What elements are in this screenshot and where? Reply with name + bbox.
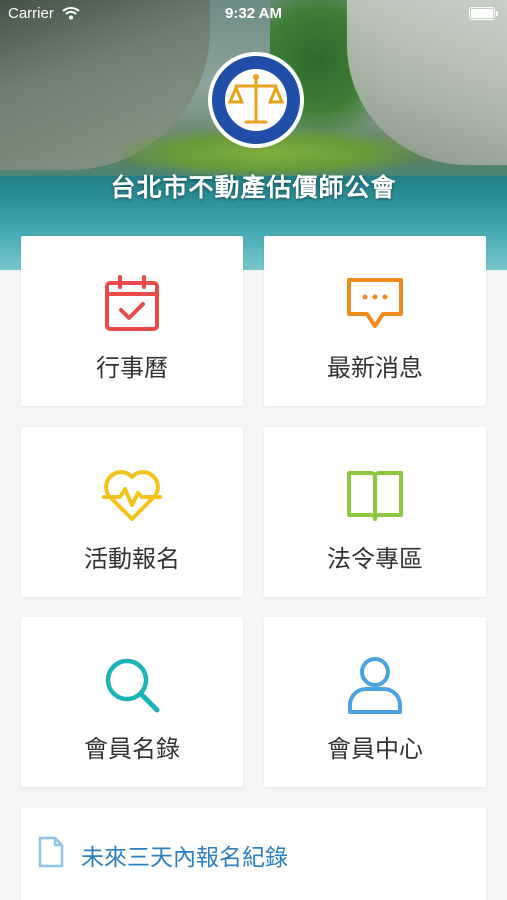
menu-laws-label: 法令專區 [327,545,423,573]
menu-calendar-label: 行事曆 [96,354,168,382]
calendar-check-icon [105,275,159,331]
menu-calendar[interactable]: 行事曆 [21,236,243,406]
status-bar: Carrier 9:32 AM [0,0,507,28]
document-icon [38,836,64,868]
menu-member-center[interactable]: 會員中心 [264,617,486,787]
menu-news[interactable]: 最新消息 [264,236,486,406]
clock: 9:32 AM [225,5,282,22]
upcoming-registration-label: 未來三天內報名紀錄 [81,845,288,871]
page-title: 台北市不動產估價師公會 [110,173,397,202]
menu-news-label: 最新消息 [327,354,423,382]
battery-icon [469,7,498,20]
user-icon [348,657,402,714]
search-icon [105,658,160,713]
menu-directory-label: 會員名錄 [84,735,180,763]
menu-member-directory[interactable]: 會員名錄 [21,617,243,787]
menu-member-center-label: 會員中心 [327,735,423,763]
open-book-icon [347,471,403,521]
menu-activity-registration[interactable]: 活動報名 [21,427,243,597]
menu-activity-label: 活動報名 [84,545,180,573]
chat-bubble-icon [347,278,403,328]
heart-pulse-icon [102,470,162,521]
menu-laws[interactable]: 法令專區 [264,427,486,597]
upcoming-registration-button[interactable]: 未來三天內報名紀錄 [21,808,486,900]
association-logo [208,52,304,148]
